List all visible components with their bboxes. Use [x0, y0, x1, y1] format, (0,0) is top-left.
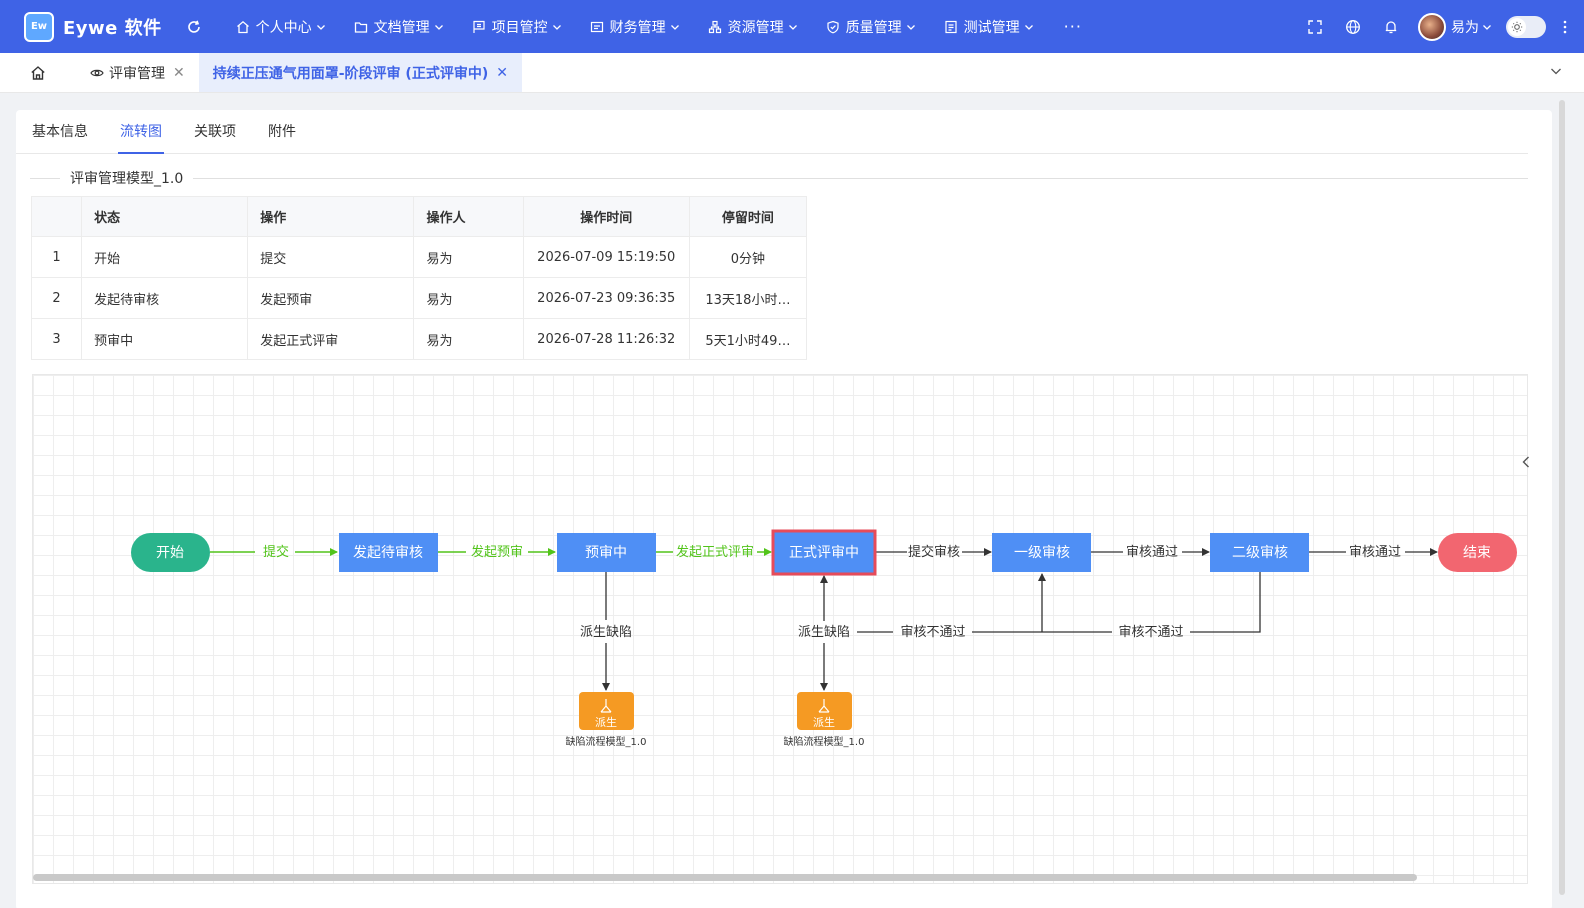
row-stay: 0分钟	[688, 236, 808, 278]
divider-line	[193, 177, 1528, 179]
chevron-down-icon[interactable]	[1550, 65, 1562, 81]
nav-test-management[interactable]: 测试管理	[944, 17, 1034, 37]
page-scrollbar[interactable]	[1559, 100, 1565, 895]
row-stay: 5天1小时49…	[688, 318, 808, 360]
tab-related-items[interactable]: 关联项	[178, 110, 252, 153]
sun-icon	[1508, 17, 1526, 36]
folder-icon	[354, 21, 367, 33]
column-header-stay-time: 停留时间	[688, 196, 808, 237]
main-nav: 个人中心 文档管理 项目管控 财务管理 资源管理 质量管理 测试管理 ···	[236, 17, 1082, 37]
nav-finance-management[interactable]: 财务管理	[590, 17, 680, 37]
home-icon	[236, 20, 249, 33]
row-operation: 提交	[247, 236, 415, 278]
row-index: 2	[30, 277, 83, 319]
column-header-operation: 操作	[247, 196, 415, 237]
nav-more-button[interactable]: ···	[1064, 17, 1082, 36]
row-operator: 易为	[413, 236, 524, 278]
flag-icon	[473, 20, 485, 33]
chevron-down-icon	[1483, 24, 1491, 30]
app-logo[interactable]: Ew Eywe 软件	[24, 11, 162, 42]
chevron-left-icon[interactable]	[1518, 452, 1534, 472]
toolbar-right: 易为	[1296, 0, 1584, 53]
tab-review-management[interactable]: 评审管理 ✕	[76, 53, 199, 92]
row-index: 3	[30, 318, 83, 360]
row-status: 预审中	[81, 318, 249, 360]
test-icon	[945, 20, 957, 33]
globe-icon[interactable]	[1334, 0, 1372, 53]
chevron-down-icon	[906, 24, 915, 30]
row-time: 2026-07-23 09:36:35	[522, 277, 690, 319]
detail-tabs: 基本信息 流转图 关联项 附件	[16, 110, 1528, 154]
row-operation: 发起预审	[247, 277, 415, 319]
bell-icon[interactable]	[1372, 0, 1410, 53]
tab-label: 评审管理	[109, 65, 165, 82]
chevron-down-icon	[670, 24, 679, 30]
column-header-status: 状态	[81, 196, 249, 237]
user-name: 易为	[1451, 19, 1479, 36]
column-header-index	[30, 196, 83, 237]
table-row: 1 开始 提交 易为 2026-07-09 15:19:50 0分钟	[30, 236, 808, 278]
shield-icon	[827, 20, 839, 33]
row-operator: 易为	[413, 277, 524, 319]
row-operation: 发起正式评审	[247, 318, 415, 360]
model-divider: 评审管理模型_1.0	[30, 168, 1528, 188]
nav-personal-center[interactable]: 个人中心	[236, 17, 326, 37]
nav-label: 质量管理	[845, 19, 902, 36]
user-menu[interactable]: 易为	[1418, 12, 1492, 41]
table-row: 2 发起待审核 发起预审 易为 2026-07-23 09:36:35 13天1…	[30, 277, 808, 319]
nav-resource-management[interactable]: 资源管理	[708, 17, 798, 37]
tab-attachments[interactable]: 附件	[252, 110, 312, 153]
close-icon[interactable]: ✕	[173, 65, 185, 81]
operation-records-table: 状态 操作 操作人 操作时间 停留时间 1 开始 提交 易为 2026-07-0…	[30, 196, 808, 360]
table-row: 3 预审中 发起正式评审 易为 2026-07-28 11:26:32 5天1小…	[30, 318, 808, 360]
row-time: 2026-07-09 15:19:50	[522, 236, 690, 278]
chevron-down-icon	[316, 24, 325, 30]
row-operator: 易为	[413, 318, 524, 360]
divider-line	[30, 177, 60, 179]
table-header-row: 状态 操作 操作人 操作时间 停留时间	[30, 196, 808, 237]
chevron-down-icon	[552, 24, 561, 30]
row-stay: 13天18小时…	[688, 277, 808, 319]
flow-horizontal-scrollbar[interactable]	[33, 874, 1417, 881]
chevron-down-icon	[788, 24, 797, 30]
tab-stage-review[interactable]: 持续正压通气用面罩-阶段评审 (正式评审中) ✕	[198, 53, 522, 92]
avatar	[1418, 12, 1446, 41]
model-title: 评审管理模型_1.0	[70, 171, 184, 187]
nav-label: 财务管理	[609, 19, 666, 36]
column-header-operator: 操作人	[413, 196, 524, 237]
nav-document-management[interactable]: 文档管理	[354, 17, 444, 37]
eye-icon	[90, 69, 104, 76]
home-icon	[31, 65, 45, 80]
column-header-operation-time: 操作时间	[522, 196, 690, 237]
page-tabs: 评审管理 ✕ 持续正压通气用面罩-阶段评审 (正式评审中) ✕	[0, 53, 1584, 93]
theme-toggle[interactable]	[1506, 15, 1546, 38]
nav-label: 资源管理	[727, 19, 784, 36]
tab-flow-chart[interactable]: 流转图	[104, 110, 178, 154]
row-status: 开始	[81, 236, 249, 278]
row-time: 2026-07-28 11:26:32	[522, 318, 690, 360]
top-navbar: Ew Eywe 软件 个人中心 文档管理 项目管控 财务管理 资源管理 质量管理…	[0, 0, 1584, 53]
logo-mark: Ew	[24, 11, 54, 42]
tab-basic-info[interactable]: 基本信息	[16, 110, 104, 153]
nav-quality-management[interactable]: 质量管理	[826, 17, 916, 37]
nav-label: 文档管理	[373, 19, 430, 36]
app-name: Eywe 软件	[63, 17, 162, 39]
row-status: 发起待审核	[81, 277, 249, 319]
tab-label: 持续正压通气用面罩-阶段评审 (正式评审中)	[212, 65, 489, 82]
fullscreen-icon[interactable]	[1296, 0, 1334, 53]
home-tab[interactable]	[0, 53, 76, 92]
nav-label: 项目管控	[491, 19, 548, 36]
row-index: 1	[30, 236, 83, 278]
more-vertical-icon[interactable]	[1546, 0, 1584, 53]
nav-label: 测试管理	[963, 19, 1020, 36]
nav-label: 个人中心	[255, 19, 312, 36]
refresh-icon[interactable]	[184, 17, 204, 37]
finance-icon	[590, 21, 603, 32]
nav-project-control[interactable]: 项目管控	[472, 17, 562, 37]
close-icon[interactable]: ✕	[496, 65, 508, 81]
chevron-down-icon	[434, 24, 443, 30]
resource-icon	[708, 20, 721, 33]
chevron-down-icon	[1024, 24, 1033, 30]
flow-canvas[interactable]	[32, 374, 1528, 884]
